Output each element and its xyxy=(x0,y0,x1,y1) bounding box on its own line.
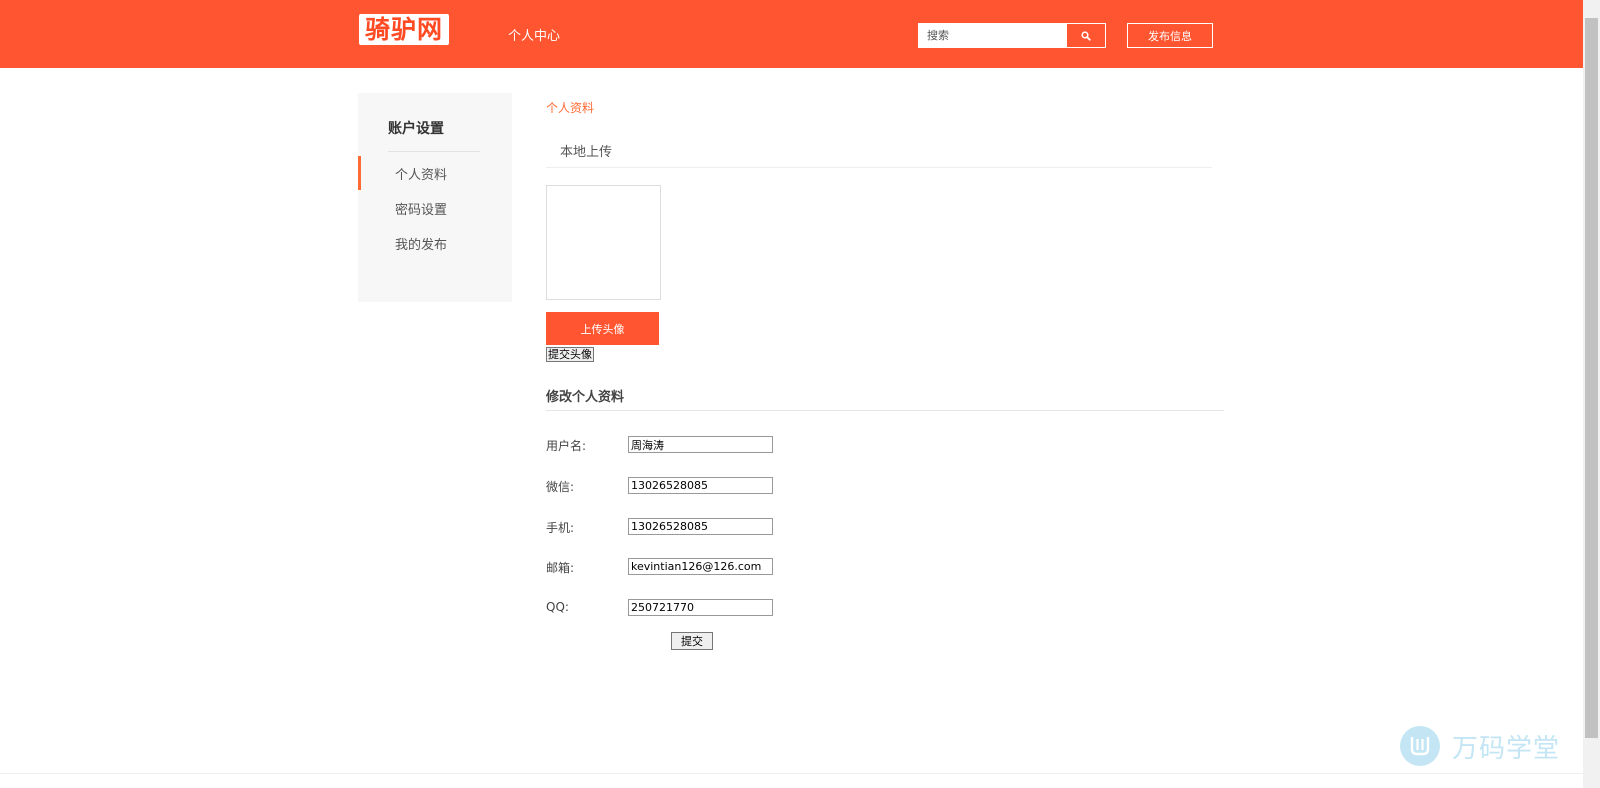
email-field[interactable] xyxy=(628,558,773,575)
sidebar-item-my-posts[interactable]: 我的发布 xyxy=(358,226,512,260)
site-logo[interactable]: 骑驴网 xyxy=(359,14,449,45)
top-header: 骑驴网 个人中心 发布信息 xyxy=(0,0,1583,68)
submit-avatar-button[interactable]: 提交头像 xyxy=(546,347,594,362)
username-field[interactable] xyxy=(628,436,773,453)
search-icon xyxy=(1081,30,1091,41)
qq-label: QQ: xyxy=(546,600,569,614)
username-label: 用户名: xyxy=(546,439,587,453)
search-button[interactable] xyxy=(1067,24,1105,47)
bottom-divider xyxy=(0,773,1583,774)
sidebar-item-profile[interactable]: 个人资料 xyxy=(358,156,512,190)
section-divider xyxy=(546,410,1224,411)
publish-button[interactable]: 发布信息 xyxy=(1127,23,1213,48)
scrollbar[interactable] xyxy=(1583,0,1600,788)
watermark-logo-icon xyxy=(1400,726,1440,766)
wechat-label: 微信: xyxy=(546,480,575,494)
qq-field[interactable] xyxy=(628,599,773,616)
logo-text: 骑驴网 xyxy=(364,15,443,44)
sidebar-title: 账户设置 xyxy=(388,121,444,137)
sidebar-divider xyxy=(388,151,480,152)
section-title: 修改个人资料 xyxy=(546,390,625,405)
phone-label: 手机: xyxy=(546,521,575,535)
wechat-field[interactable] xyxy=(628,477,773,494)
phone-field[interactable] xyxy=(628,518,773,535)
sidebar-item-password[interactable]: 密码设置 xyxy=(358,191,512,225)
nav-personal-center[interactable]: 个人中心 xyxy=(508,25,560,44)
upload-avatar-button[interactable]: 上传头像 xyxy=(546,312,659,345)
sidebar: 账户设置 个人资料 密码设置 我的发布 xyxy=(358,93,512,302)
breadcrumb: 个人资料 xyxy=(546,101,595,115)
submit-button[interactable]: 提交 xyxy=(671,632,713,650)
tab-divider xyxy=(546,167,1212,168)
search-input[interactable] xyxy=(919,24,1067,47)
watermark-text: 万码学堂 xyxy=(1452,733,1561,764)
watermark: 万码学堂 xyxy=(1400,726,1560,766)
search-box xyxy=(918,23,1106,48)
email-label: 邮箱: xyxy=(546,561,575,575)
avatar-preview xyxy=(546,185,661,300)
tab-local-upload[interactable]: 本地上传 xyxy=(560,141,612,160)
page: 骑驴网 个人中心 发布信息 账户设置 个人资料 密码设置 我的发布 个人资料 本… xyxy=(0,0,1600,788)
scrollbar-thumb[interactable] xyxy=(1585,18,1598,738)
